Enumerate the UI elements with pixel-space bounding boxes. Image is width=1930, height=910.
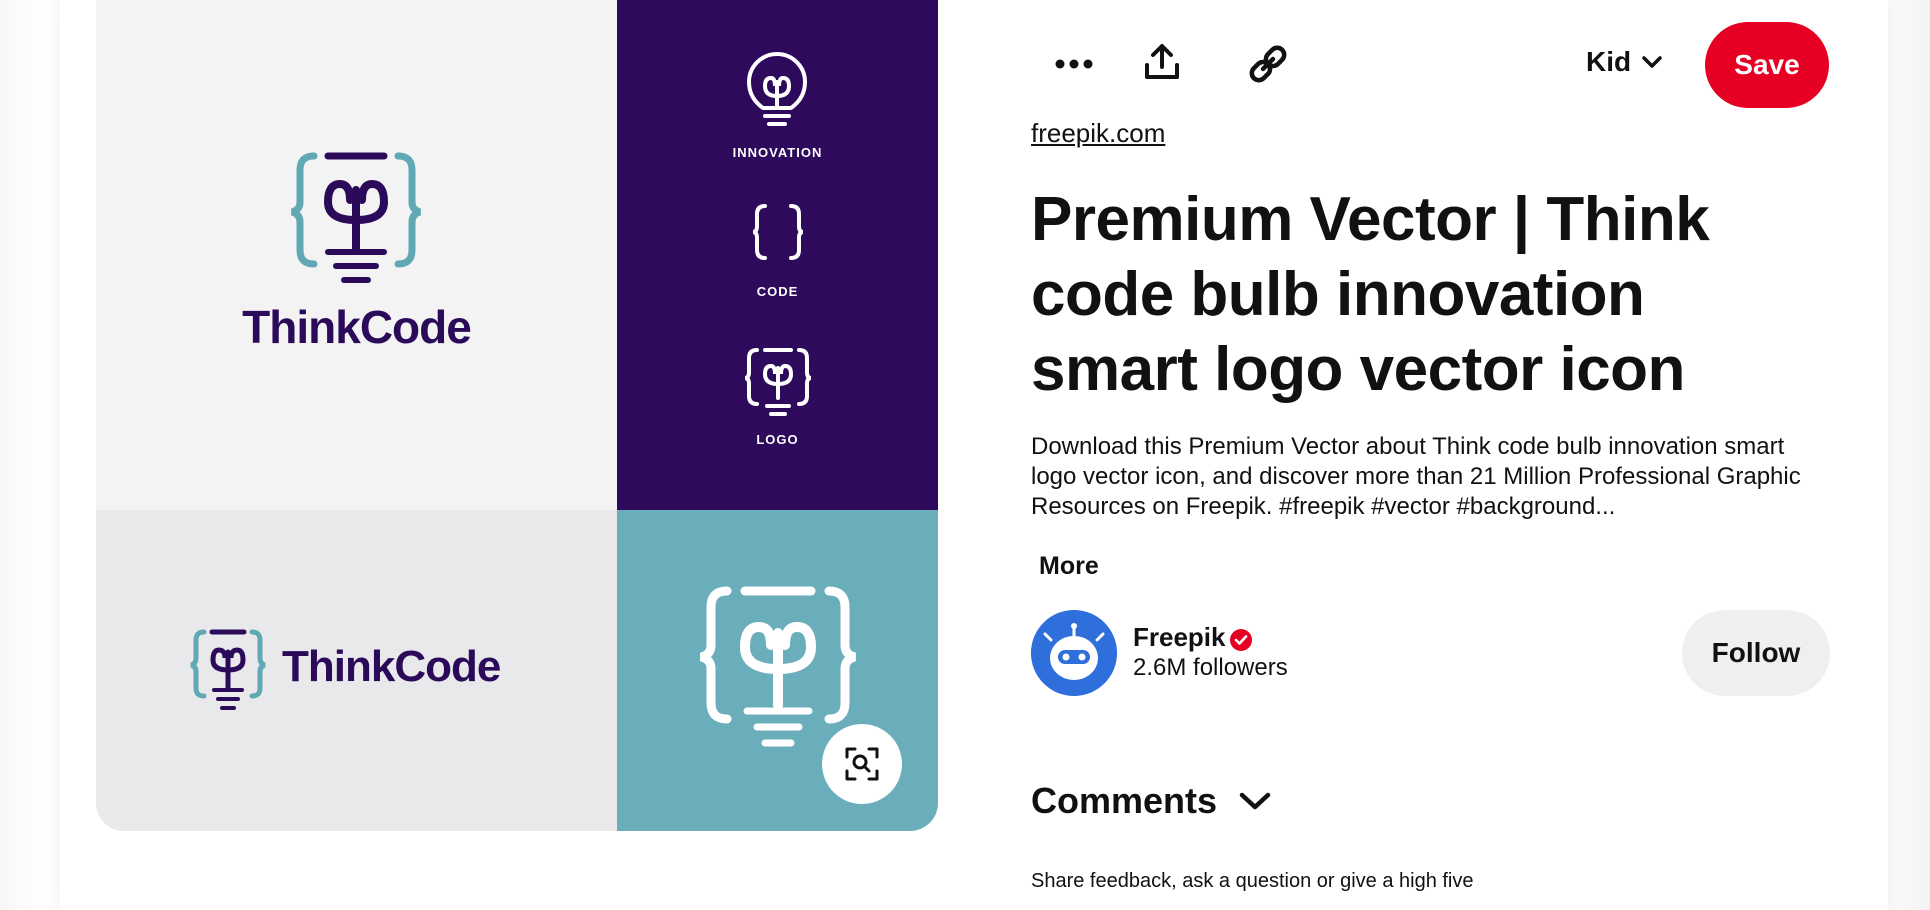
logo-tile-horizontal: ThinkCode [96,510,617,831]
brand-name-horizontal: ThinkCode [282,642,501,691]
comments-title: Comments [1031,780,1218,821]
label-code: CODE [756,284,799,299]
robot-avatar-icon [1031,610,1117,696]
pin-description: Download this Premium Vector about Think… [1031,433,1801,520]
save-button[interactable]: Save [1705,22,1829,108]
logo-tile-main: ThinkCode [96,0,617,510]
think-code-bulb-logo-small [190,629,266,710]
pin-toolbar: Kid Save [1032,22,1832,108]
share-button[interactable] [1134,34,1190,90]
share-upload-icon [1145,44,1179,79]
brand-name-main: ThinkCode [242,301,472,353]
ellipsis-icon [1055,59,1093,69]
follower-count: 2.6M followers [1133,654,1288,681]
more-link[interactable]: More [1039,552,1099,581]
think-code-bulb-logo-white [699,586,857,747]
label-logo: LOGO [756,432,799,447]
label-innovation: INNOVATION [732,145,823,160]
verified-badge-icon [1230,629,1252,651]
comments-hint: Share feedback, ask a question or give a… [1031,870,1474,892]
comments-toggle[interactable]: Comments [1031,780,1271,822]
creator-avatar[interactable] [1031,610,1117,696]
copy-link-button[interactable] [1240,36,1296,92]
board-profile-select[interactable]: Kid [1586,42,1663,82]
logo-mark-icon [744,348,812,416]
follow-button[interactable]: Follow [1682,610,1830,696]
pin-title: Premium Vector | Think code bulb innovat… [1031,185,1710,404]
visual-search-icon [845,747,879,781]
think-code-bulb-logo [290,152,422,283]
source-link[interactable]: freepik.com [1031,118,1165,149]
more-options-button[interactable] [1046,36,1102,92]
chevron-down-icon [1642,56,1662,68]
visual-search-button[interactable] [822,724,902,804]
creator-name[interactable]: Freepik [1133,622,1226,653]
profile-label: Kid [1586,46,1632,77]
creator-row: Freepik 2.6M followers Follow [1031,610,1831,696]
lightbulb-icon [747,52,807,126]
curly-braces-icon [752,204,804,260]
pin-image[interactable]: ThinkCode INNOVATION CODE LOGO ThinkCode [96,0,938,831]
icon-tile-purple: INNOVATION CODE LOGO [617,0,938,510]
link-icon [1249,45,1287,83]
chevron-down-icon [1239,792,1271,810]
